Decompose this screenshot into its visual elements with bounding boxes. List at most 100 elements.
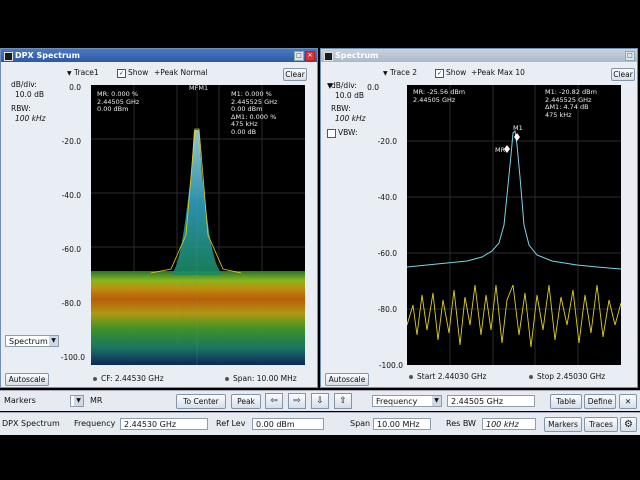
- trace-selector[interactable]: ▼ Trace 2: [383, 67, 417, 79]
- gear-icon[interactable]: ⚙: [620, 417, 637, 432]
- clear-button[interactable]: Clear: [611, 68, 635, 81]
- marker-m1-label: M1: [513, 124, 523, 132]
- res-bw-field[interactable]: 100 kHz: [482, 418, 536, 430]
- checkbox-icon: ✓: [117, 68, 126, 78]
- frequency-label: Frequency: [74, 419, 116, 428]
- spectrum-window-title: Spectrum: [335, 51, 379, 60]
- y-tick-label: -80.0: [61, 299, 81, 308]
- arrow-right-icon[interactable]: ⇨: [288, 393, 306, 409]
- ref-lev-label: Ref Lev: [216, 419, 246, 428]
- show-checkbox[interactable]: ✓ Show: [435, 67, 466, 79]
- markers-toolbar: Markers ▼ MR To Center Peak ⇦ ⇨ ⇩ ⇧ Freq…: [0, 390, 640, 411]
- cf-text: CF: 2.44530 GHz: [101, 374, 164, 383]
- dbdiv-label: dB/div:: [11, 80, 37, 89]
- maximize-icon[interactable]: □: [294, 51, 304, 61]
- show-label: Show: [128, 68, 149, 77]
- to-center-button[interactable]: To Center: [176, 394, 226, 409]
- ref-lev-field[interactable]: 0.00 dBm: [252, 418, 324, 430]
- arrow-left-icon[interactable]: ⇦: [265, 393, 283, 409]
- start-footer[interactable]: Start 2.44030 GHz: [409, 372, 487, 382]
- traces-button[interactable]: Traces: [584, 417, 618, 432]
- mr-readout-freq: 2.44505 GHz: [413, 95, 456, 104]
- close-icon[interactable]: ✕: [619, 394, 637, 409]
- y-tick-label: -60.0: [377, 249, 397, 258]
- y-tick-label: 0.0: [69, 83, 81, 92]
- span-label: Span: [350, 419, 371, 428]
- clear-button[interactable]: Clear: [283, 68, 307, 81]
- settings-toolbar: DPX Spectrum Frequency 2.44530 GHz Ref L…: [0, 412, 640, 435]
- start-text: Start 2.44030 GHz: [417, 372, 487, 381]
- close-icon[interactable]: ✕: [305, 51, 315, 61]
- dpx-plot-area[interactable]: MR: 0.000 % 2.44505 GHz 0.00 dBm MFM1 M1…: [91, 84, 305, 365]
- y-tick-label: -100.0: [378, 361, 403, 370]
- dpx-spectrum-window: DPX Spectrum □ ✕ ▼ Trace1 ✓ Show +Peak No…: [0, 48, 318, 388]
- chevron-down-icon: ▼: [74, 396, 83, 406]
- stop-text: Stop 2.45030 GHz: [537, 372, 606, 381]
- marker-label-top: MFM1: [189, 84, 209, 92]
- display-mode-value: Spectrum: [9, 337, 48, 346]
- mr-readout-level: 0.00 dBm: [97, 105, 129, 113]
- trace-select-value: Trace 2: [390, 68, 418, 77]
- y-tick-label: -20.0: [61, 137, 81, 146]
- frequency-field[interactable]: 2.44530 GHz: [120, 418, 208, 430]
- spectrum-window-titlebar[interactable]: Spectrum □: [321, 49, 637, 62]
- window-icon: [4, 52, 13, 61]
- marker-readout-select[interactable]: Frequency ▼: [372, 395, 442, 407]
- display-mode-select[interactable]: Spectrum ▼: [5, 335, 59, 347]
- autoscale-button[interactable]: Autoscale: [325, 373, 369, 386]
- cf-footer[interactable]: CF: 2.44530 GHz: [93, 374, 164, 384]
- dbdiv-value[interactable]: 10.0 dB: [15, 90, 44, 100]
- delta-m1-freq: 475 kHz: [545, 110, 572, 119]
- marker-frequency-field[interactable]: 2.44505 GHz: [447, 395, 535, 407]
- y-tick-label: -20.0: [377, 137, 397, 146]
- dpx-window-title: DPX Spectrum: [15, 51, 80, 60]
- arrow-up-icon[interactable]: ⇧: [334, 393, 352, 409]
- show-checkbox[interactable]: ✓ Show: [117, 67, 148, 79]
- chevron-down-icon: ▼: [432, 396, 441, 406]
- markers-button[interactable]: Markers: [544, 417, 582, 432]
- spectrum-window: Spectrum □ ▼ Trace 2 ✓ Show +Peak Max 10 …: [320, 48, 638, 388]
- peak-button[interactable]: Peak: [231, 394, 261, 409]
- arrow-down-icon[interactable]: ⇩: [311, 393, 329, 409]
- bullet-icon: [409, 375, 413, 379]
- detection-label: +Peak Max 10: [471, 68, 525, 77]
- autoscale-button[interactable]: Autoscale: [5, 373, 49, 386]
- y-tick-label: -60.0: [61, 245, 81, 254]
- markers-menu-select[interactable]: ▼: [70, 395, 84, 407]
- bullet-icon: [225, 377, 229, 381]
- delta-m1-level: 0.00 dB: [231, 127, 257, 136]
- table-button[interactable]: Table: [550, 394, 582, 409]
- spectrum-plot-area[interactable]: MR: -25.56 dBm 2.44505 GHz MR M1 M1: -20…: [406, 85, 622, 365]
- define-button[interactable]: Define: [584, 394, 616, 409]
- dbdiv-value[interactable]: 10.0 dB: [335, 91, 364, 101]
- span-footer[interactable]: Span: 10.00 MHz: [225, 374, 297, 384]
- rbw-value[interactable]: 100 kHz: [15, 114, 46, 124]
- stop-footer[interactable]: Stop 2.45030 GHz: [529, 372, 605, 382]
- vbw-checkbox[interactable]: VBW:: [327, 128, 358, 138]
- markers-label: Markers: [4, 396, 36, 405]
- span-field[interactable]: 10.00 MHz: [373, 418, 431, 430]
- rbw-value[interactable]: 100 kHz: [335, 114, 366, 124]
- span-text: Span: 10.00 MHz: [233, 374, 297, 383]
- bullet-icon: [529, 375, 533, 379]
- trace-selector[interactable]: ▼ Trace1: [67, 67, 99, 79]
- res-bw-label: Res BW: [446, 419, 476, 428]
- y-tick-label: -80.0: [377, 305, 397, 314]
- rbw-label: RBW:: [11, 104, 31, 113]
- dpx-window-titlebar[interactable]: DPX Spectrum □ ✕: [1, 49, 317, 62]
- rbw-label: RBW:: [331, 104, 351, 113]
- show-label: Show: [446, 68, 467, 77]
- checkbox-icon: [327, 128, 336, 138]
- y-tick-label: -40.0: [61, 191, 81, 200]
- y-tick-label: -40.0: [377, 193, 397, 202]
- maximize-icon[interactable]: □: [625, 51, 635, 61]
- active-display-name: DPX Spectrum: [2, 419, 60, 428]
- vbw-label: VBW:: [338, 128, 358, 137]
- marker-select-value[interactable]: MR: [90, 395, 102, 407]
- chevron-down-icon: ▼: [49, 336, 58, 346]
- marker-mr-label: MR: [495, 146, 506, 154]
- y-tick-label: -100.0: [60, 353, 85, 362]
- bullet-icon: [93, 377, 97, 381]
- y-tick-label: 0.0: [367, 83, 379, 92]
- marker-readout-select-value: Frequency: [376, 397, 418, 406]
